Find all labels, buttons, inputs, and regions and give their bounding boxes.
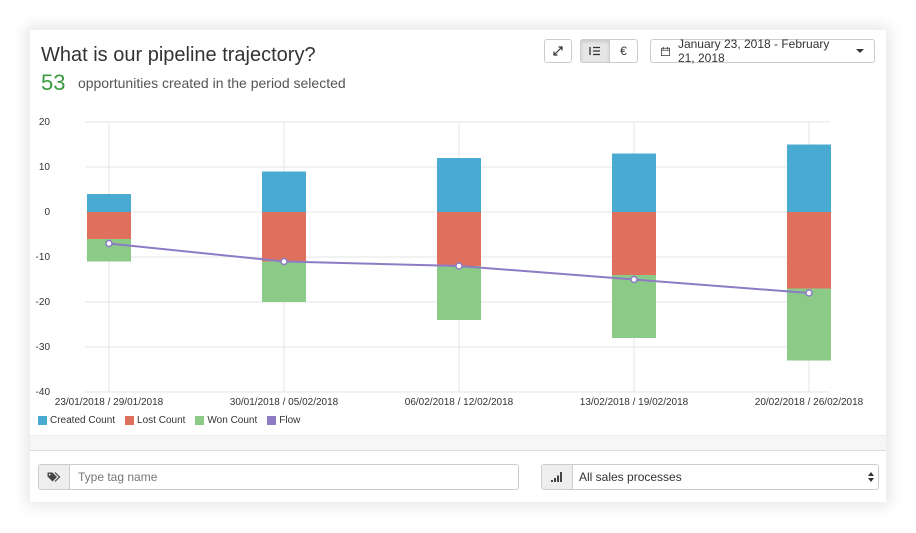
- legend-swatch: [267, 416, 277, 425]
- lost-count-bar: [262, 212, 306, 262]
- legend-label: Created Count: [50, 415, 116, 426]
- x-tick-label: 23/01/2018 / 29/01/2018: [55, 397, 164, 408]
- y-axis: 20 10 0 -10 -20 -30 -40: [36, 117, 51, 398]
- legend-label: Lost Count: [137, 415, 186, 426]
- lost-count-bar: [787, 212, 831, 289]
- x-tick-label: 06/02/2018 / 12/02/2018: [405, 397, 514, 408]
- created-count-bar: [437, 158, 481, 212]
- created-count-bar: [787, 144, 831, 212]
- legend-swatch: [38, 416, 47, 425]
- y-tick-label: -30: [36, 342, 51, 353]
- won-count-bar: [612, 275, 656, 338]
- legend-swatch: [125, 416, 135, 425]
- caret-down-icon: [856, 49, 864, 53]
- sales-process-select[interactable]: All sales processes: [541, 464, 879, 490]
- legend-label: Flow: [279, 415, 301, 426]
- flow-point: [280, 257, 288, 266]
- won-count-bar: [437, 266, 481, 320]
- tag-filter: [38, 464, 519, 490]
- legend-item[interactable]: Flow: [267, 415, 300, 426]
- subtitle: 53 opportunities created in the period s…: [41, 70, 346, 96]
- y-tick-label: -10: [36, 252, 51, 263]
- flow-point: [105, 239, 113, 248]
- pipeline-card: What is our pipeline trajectory? 53 oppo…: [30, 30, 886, 502]
- y-tick-label: 20: [39, 117, 51, 128]
- legend-label: Won Count: [207, 415, 258, 426]
- legend-item[interactable]: Lost Count: [125, 415, 185, 426]
- y-tick-label: -40: [36, 387, 51, 398]
- calendar-icon: [661, 46, 670, 56]
- section-divider: [30, 435, 886, 451]
- x-tick-label: 20/02/2018 / 26/02/2018: [755, 397, 864, 408]
- opportunity-count: 53: [41, 70, 66, 95]
- won-count-bar: [787, 288, 831, 361]
- select-arrows-icon: [864, 465, 878, 489]
- won-count-bar: [262, 261, 306, 302]
- count-view-button[interactable]: [580, 39, 610, 63]
- x-axis: 23/01/2018 / 29/01/2018 30/01/2018 / 05/0…: [55, 397, 864, 408]
- expand-icon: [553, 46, 563, 56]
- date-range-button[interactable]: January 23, 2018 - February 21, 2018: [650, 37, 875, 65]
- view-toggle-group: €: [580, 39, 638, 63]
- x-tick-label: 13/02/2018 / 19/02/2018: [580, 397, 689, 408]
- x-tick-label: 30/01/2018 / 05/02/2018: [230, 397, 339, 408]
- sales-process-value: All sales processes: [579, 470, 682, 484]
- stacked-bar-chart: 20 10 0 -10 -20 -30 -40 23/01/2018 / 29/01/201…: [36, 117, 864, 408]
- lost-count-bar: [437, 212, 481, 266]
- y-tick-label: -20: [36, 297, 51, 308]
- legend-item[interactable]: Won Count: [195, 415, 257, 426]
- tag-addon: [39, 465, 70, 489]
- created-count-bar: [262, 171, 306, 212]
- tag-search-input[interactable]: [70, 465, 518, 489]
- created-count-bar: [87, 194, 131, 212]
- tag-icon: [47, 471, 61, 482]
- y-tick-label: 0: [44, 207, 50, 218]
- flow-point: [630, 275, 638, 284]
- y-tick-label: 10: [39, 162, 51, 173]
- currency-view-button[interactable]: €: [610, 39, 638, 63]
- opportunity-count-text: opportunities created in the period sele…: [77, 75, 346, 91]
- lost-count-bar: [612, 212, 656, 275]
- flow-point: [455, 262, 463, 270]
- lost-count-bar: [87, 212, 131, 239]
- created-count-bar: [612, 153, 656, 212]
- legend-item[interactable]: Created Count: [38, 415, 115, 426]
- date-range-label: January 23, 2018 - February 21, 2018: [677, 37, 830, 65]
- expand-button[interactable]: [544, 39, 572, 63]
- legend-swatch: [195, 416, 205, 425]
- signal-bars-icon: [551, 472, 562, 482]
- chart-legend: Created Count Lost Count Won Count Flow: [38, 415, 300, 426]
- flow-point: [805, 289, 813, 297]
- list-icon: [589, 46, 600, 56]
- signal-addon: [542, 465, 573, 489]
- chart-title: What is our pipeline trajectory?: [41, 44, 316, 66]
